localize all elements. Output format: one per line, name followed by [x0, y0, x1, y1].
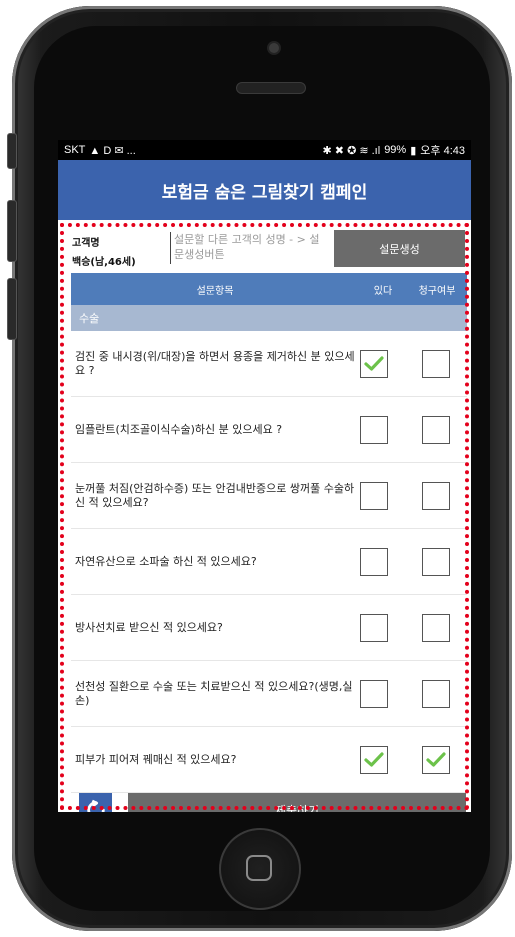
header-item: 설문항목: [196, 285, 234, 297]
refresh-icon: [86, 799, 105, 812]
question-text: 검진 중 내시경(위/대장)을 하면서 용종을 제거하신 분 있으세요 ?: [75, 350, 355, 377]
signal-icons: ✱ ✖ ✪ ≋ .ıl: [322, 144, 381, 157]
checkmark-icon: [364, 356, 384, 371]
page-title: 보험금 숨은 그림찾기 캠페인: [161, 182, 368, 203]
customer-name-input[interactable]: 설문할 다른 고객의 성명 - > 설문생성버튼: [170, 232, 325, 264]
claim-checkbox[interactable]: [422, 416, 450, 444]
battery-percent: 99%: [384, 144, 407, 156]
clock: 오후 4:43: [420, 145, 465, 157]
question-text: 임플란트(치조골이식수술)하신 분 있으세요 ?: [75, 423, 283, 436]
survey-content: 고객명 백승(남,46세) 설문할 다른 고객의 성명 - > 설문생성버튼 설…: [58, 220, 471, 812]
yes-checkbox[interactable]: [360, 746, 388, 774]
survey-row: 검진 중 내시경(위/대장)을 하면서 용종을 제거하신 분 있으세요 ?: [71, 331, 467, 397]
volume-down-button: [7, 278, 17, 340]
yes-checkbox[interactable]: [360, 416, 388, 444]
header-yes: 있다: [373, 285, 393, 297]
refresh-button[interactable]: [79, 793, 112, 812]
checkmark-icon: [426, 752, 446, 767]
question-text: 방사선치료 받으신 적 있으세요?: [75, 621, 223, 634]
survey-row: 임플란트(치조골이식수술)하신 분 있으세요 ?: [71, 397, 467, 463]
survey-row: 눈꺼풀 처짐(안검하수증) 또는 안검내반증으로 쌍꺼풀 수술하신 적 있으세요…: [71, 463, 467, 529]
home-square-icon: [246, 855, 272, 881]
claim-checkbox[interactable]: [422, 614, 450, 642]
category-row: 수술: [71, 305, 467, 331]
survey-list[interactable]: 검진 중 내시경(위/대장)을 하면서 용종을 제거하신 분 있으세요 ? 임플…: [71, 331, 467, 794]
question-text: 피부가 피어져 꿰매신 적 있으세요?: [75, 753, 237, 766]
yes-checkbox[interactable]: [360, 350, 388, 378]
yes-checkbox[interactable]: [360, 680, 388, 708]
survey-row: 자연유산으로 소파술 하신 적 있으세요?: [71, 529, 467, 595]
earpiece-speaker: [236, 82, 306, 94]
header-claim: 청구여부: [418, 285, 456, 297]
carrier-label: SKT: [64, 144, 86, 156]
claim-checkbox[interactable]: [422, 746, 450, 774]
yes-checkbox[interactable]: [360, 548, 388, 576]
checkmark-icon: [364, 752, 384, 767]
yes-checkbox[interactable]: [360, 482, 388, 510]
volume-up-button: [7, 200, 17, 262]
customer-label: 고객명: [72, 238, 100, 249]
app-bar: 보험금 숨은 그림찾기 캠페인: [58, 160, 471, 220]
claim-checkbox[interactable]: [422, 350, 450, 378]
yes-checkbox[interactable]: [360, 614, 388, 642]
survey-row: 피부가 피어져 꿰매신 적 있으세요?: [71, 727, 467, 793]
home-button[interactable]: [219, 828, 301, 910]
battery-icon: ▮: [410, 144, 417, 157]
mute-switch: [7, 133, 17, 169]
customer-name: 백승(남,46세): [72, 257, 136, 268]
question-text: 선천성 질환으로 수술 또는 치료받으신 적 있으세요?(생명,실손): [75, 680, 353, 707]
submit-button[interactable]: 제출하기: [128, 793, 466, 812]
screen: SKT ▲ D ✉ ... ✱ ✖ ✪ ≋ .ıl 99% ▮ 오후 4:43 …: [58, 140, 471, 812]
claim-checkbox[interactable]: [422, 680, 450, 708]
status-bar: SKT ▲ D ✉ ... ✱ ✖ ✪ ≋ .ıl 99% ▮ 오후 4:43: [58, 140, 471, 160]
claim-checkbox[interactable]: [422, 482, 450, 510]
question-text: 자연유산으로 소파술 하신 적 있으세요?: [75, 555, 257, 568]
table-header: 설문항목 있다 청구여부: [71, 273, 467, 305]
survey-row: 방사선치료 받으신 적 있으세요?: [71, 595, 467, 661]
question-text: 눈꺼풀 처짐(안검하수증) 또는 안검내반증으로 쌍꺼풀 수술하신 적 있으세요…: [75, 482, 355, 509]
generate-survey-button[interactable]: 설문생성: [334, 230, 465, 267]
front-camera: [269, 43, 279, 53]
category-label: 수술: [79, 312, 100, 325]
notification-icons: ▲ D ✉ ...: [89, 144, 136, 157]
survey-row: 선천성 질환으로 수술 또는 치료받으신 적 있으세요?(생명,실손): [71, 661, 467, 727]
claim-checkbox[interactable]: [422, 548, 450, 576]
customer-info: 고객명 백승(남,46세): [72, 234, 136, 272]
